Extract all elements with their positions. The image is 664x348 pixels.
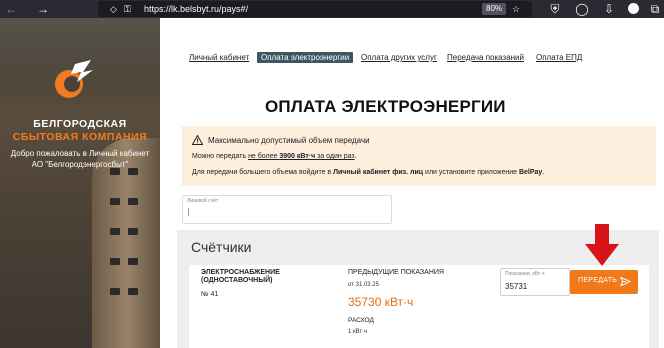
send-icon [620,276,631,287]
shield-icon[interactable]: ◇ [110,1,117,17]
lock-icon[interactable]: ⚿ [124,1,131,17]
browser-toolbar: ← → ◇ ⚿ https://lk.belsbyt.ru/pays#/ 80%… [0,0,664,18]
pocket-icon[interactable]: ⛨ [548,0,562,18]
nav-item-epd-payment[interactable]: Оплата ЕПД [536,53,582,62]
warning-limit-not-more: не более [248,153,280,160]
back-icon[interactable]: ← [4,0,18,18]
profile-icon[interactable]: ◯ [575,0,589,18]
reading-input[interactable]: Показания, кВт·ч 35731 [500,268,570,296]
warning-title: Максимально допустимый объем передачи [208,136,370,145]
zoom-level[interactable]: 80% [482,3,507,15]
extensions-icon[interactable]: ⧉ [648,0,662,18]
reading-input-value[interactable]: 35731 [505,282,527,291]
warning-limit-underlined: не более 3900 кВт·ч за один раз [248,153,355,160]
address-bar[interactable]: ◇ ⚿ https://lk.belsbyt.ru/pays#/ 80% ☆ [98,1,532,17]
consumption-value: 1 кВт·ч [348,329,368,335]
nav-item-other-services[interactable]: Оплата других услуг [361,53,437,62]
meter-number: № 41 [201,291,219,298]
warning-limit-value: 3900 кВт·ч [279,153,316,160]
welcome-line2: АО "Белгородэнергосбыт" [31,160,129,169]
account-number-label: Лицевой счёт [187,198,219,204]
account-avatar[interactable] [628,3,639,14]
nav-item-electricity-payment[interactable]: Оплата электроэнергии [257,52,354,63]
warning-personal-account-link[interactable]: Личный кабинет физ. лиц [333,169,423,176]
warning-limit-prefix: Можно передать [192,153,249,160]
url-path: /pays#/ [219,4,249,14]
warning-triangle-icon [192,135,203,145]
service-name: ЭЛЕКТРОСНАБЖЕНИЕ (ОДНОСТАВОЧНЫЙ) [201,269,280,284]
account-number-field[interactable]: Лицевой счёт [182,195,392,224]
welcome-text: Добро пожаловать в Личный кабинет АО "Бе… [0,148,160,170]
consumption-label: РАСХОД [348,317,374,324]
submit-reading-button[interactable]: ПЕРЕДАТЬ [570,270,638,294]
nav-item-meter-readings[interactable]: Передача показаний [447,53,524,62]
company-logo [55,60,93,98]
red-arrow-down-icon [585,224,619,266]
sidebar-panel: БЕЛГОРОДСКАЯ СБЫТОВАЯ КОМПАНИЯ Добро пож… [0,18,160,348]
submit-reading-label: ПЕРЕДАТЬ [578,277,618,284]
forward-icon[interactable]: → [36,0,50,18]
meters-title: Счётчики [191,239,252,255]
brand-name-line1: БЕЛГОРОДСКАЯ [33,118,127,130]
warning-info-text: Для передачи большего объема войдите в Л… [192,169,544,176]
download-icon[interactable]: ⇩ [602,0,616,18]
previous-readings-value: 35730 кВт·ч [348,295,414,309]
reading-input-label: Показания, кВт·ч [505,271,545,277]
warning-info-prefix: Для передачи большего объема войдите в [192,169,334,176]
warning-limit-suffix: за один раз [315,153,355,160]
warning-limit-end: . [354,153,357,160]
previous-readings-date: от 31.03.25 [348,282,379,288]
text-caret [188,208,189,216]
warning-box: Максимально допустимый объем передачи Мо… [182,126,656,186]
welcome-line1: Добро пожаловать в Личный кабинет [10,149,150,158]
warning-info-end: . [542,169,545,176]
warning-belpay-link[interactable]: BelPay [519,169,542,176]
warning-info-middle: или установите приложение [423,169,519,176]
bookmark-star-icon[interactable]: ☆ [512,1,520,17]
warning-limit-text: Можно передать не более 3900 кВт·ч за од… [192,153,357,160]
brand-name-line2: СБЫТОВАЯ КОМПАНИЯ [12,131,148,143]
url-text[interactable]: https://lk.belsbyt.ru/pays#/ [144,1,248,17]
page-title: ОПЛАТА ЭЛЕКТРОЭНЕРГИИ [265,97,506,116]
nav-item-personal-account[interactable]: Личный кабинет [189,53,249,62]
url-scheme: https:// [144,4,172,14]
previous-readings-label: ПРЕДЫДУЩИЕ ПОКАЗАНИЯ [348,269,444,276]
url-host: lk.belsbyt.ru [171,4,220,14]
meter-card: ЭЛЕКТРОСНАБЖЕНИЕ (ОДНОСТАВОЧНЫЙ) № 41 ПР… [189,265,649,348]
